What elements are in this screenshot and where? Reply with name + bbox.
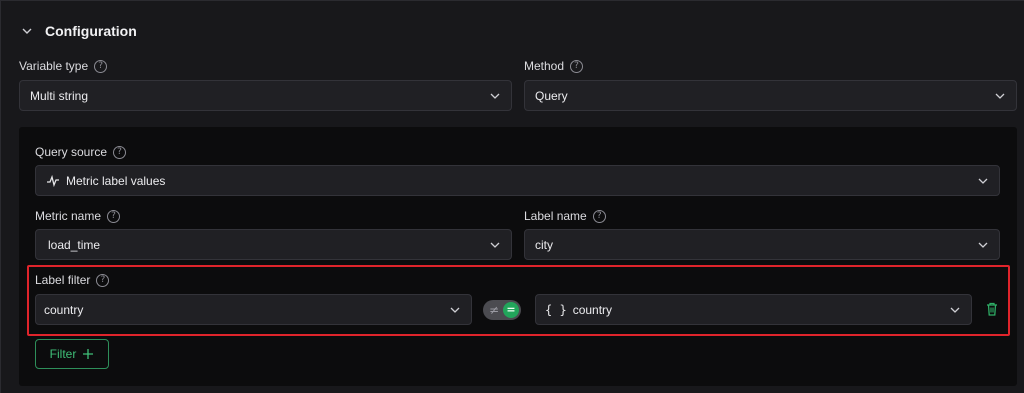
variable-type-value: Multi string bbox=[30, 88, 89, 103]
query-source-label-text: Query source bbox=[35, 145, 108, 159]
help-icon[interactable]: ? bbox=[94, 59, 108, 73]
metric-pulse-icon bbox=[47, 174, 59, 187]
metric-name-label-text: Metric name bbox=[35, 209, 102, 223]
section-title: Configuration bbox=[45, 23, 137, 39]
help-icon[interactable]: ? bbox=[570, 59, 584, 73]
help-icon[interactable]: ? bbox=[113, 145, 127, 159]
label-name-label-text: Label name bbox=[524, 209, 587, 223]
label-filter-key-select[interactable]: country bbox=[35, 294, 472, 325]
help-icon[interactable]: ? bbox=[592, 209, 606, 223]
trash-icon[interactable] bbox=[984, 301, 1000, 317]
variable-type-label: Variable type ? bbox=[19, 59, 108, 73]
chevron-down-icon bbox=[490, 242, 500, 248]
metric-name-select[interactable]: load_time bbox=[35, 229, 512, 260]
help-icon[interactable]: ? bbox=[96, 273, 110, 287]
method-label: Method ? bbox=[524, 59, 584, 73]
label-filter-value: country bbox=[572, 302, 613, 317]
label-name-select[interactable]: city bbox=[524, 229, 1000, 260]
chevron-down-icon bbox=[995, 93, 1005, 99]
chevron-down-icon bbox=[490, 93, 500, 99]
add-filter-button[interactable]: Filter bbox=[35, 339, 109, 369]
chevron-down-icon[interactable] bbox=[21, 25, 33, 37]
method-value: Query bbox=[535, 88, 568, 103]
label-filter-label-text: Label filter bbox=[35, 273, 91, 287]
label-filter-value-select[interactable]: { } country bbox=[535, 294, 972, 325]
variable-braces-icon: { } bbox=[545, 302, 567, 317]
not-equal-icon: ≠ bbox=[488, 303, 500, 317]
metric-name-value: load_time bbox=[48, 237, 101, 252]
chevron-down-icon bbox=[450, 307, 460, 313]
label-filter-label: Label filter ? bbox=[35, 273, 110, 287]
equal-icon: = bbox=[503, 302, 519, 318]
add-filter-label: Filter bbox=[49, 347, 77, 361]
chevron-down-icon bbox=[978, 242, 988, 248]
plus-icon bbox=[83, 349, 94, 359]
query-source-label: Query source ? bbox=[35, 145, 127, 159]
label-name-value: city bbox=[535, 237, 553, 252]
metric-name-label: Metric name ? bbox=[35, 209, 121, 223]
label-name-label: Label name ? bbox=[524, 209, 606, 223]
method-label-text: Method bbox=[524, 59, 565, 73]
chevron-down-icon bbox=[978, 178, 988, 184]
label-filter-key-value: country bbox=[44, 302, 84, 317]
query-source-value: Metric label values bbox=[66, 173, 166, 188]
configuration-header[interactable]: Configuration bbox=[21, 21, 137, 41]
help-icon[interactable]: ? bbox=[107, 209, 121, 223]
method-select[interactable]: Query bbox=[524, 80, 1017, 111]
variable-type-select[interactable]: Multi string bbox=[19, 80, 512, 111]
query-source-value-wrap: Metric label values bbox=[46, 174, 977, 188]
variable-type-label-text: Variable type bbox=[19, 59, 89, 73]
variable-editor: Configuration Variable type ? Multi stri… bbox=[0, 0, 1024, 393]
operator-toggle[interactable]: ≠ = bbox=[483, 300, 521, 320]
query-source-select[interactable]: Metric label values bbox=[35, 165, 1000, 196]
chevron-down-icon bbox=[950, 307, 960, 313]
label-filter-value-wrap: { } country bbox=[545, 303, 949, 317]
